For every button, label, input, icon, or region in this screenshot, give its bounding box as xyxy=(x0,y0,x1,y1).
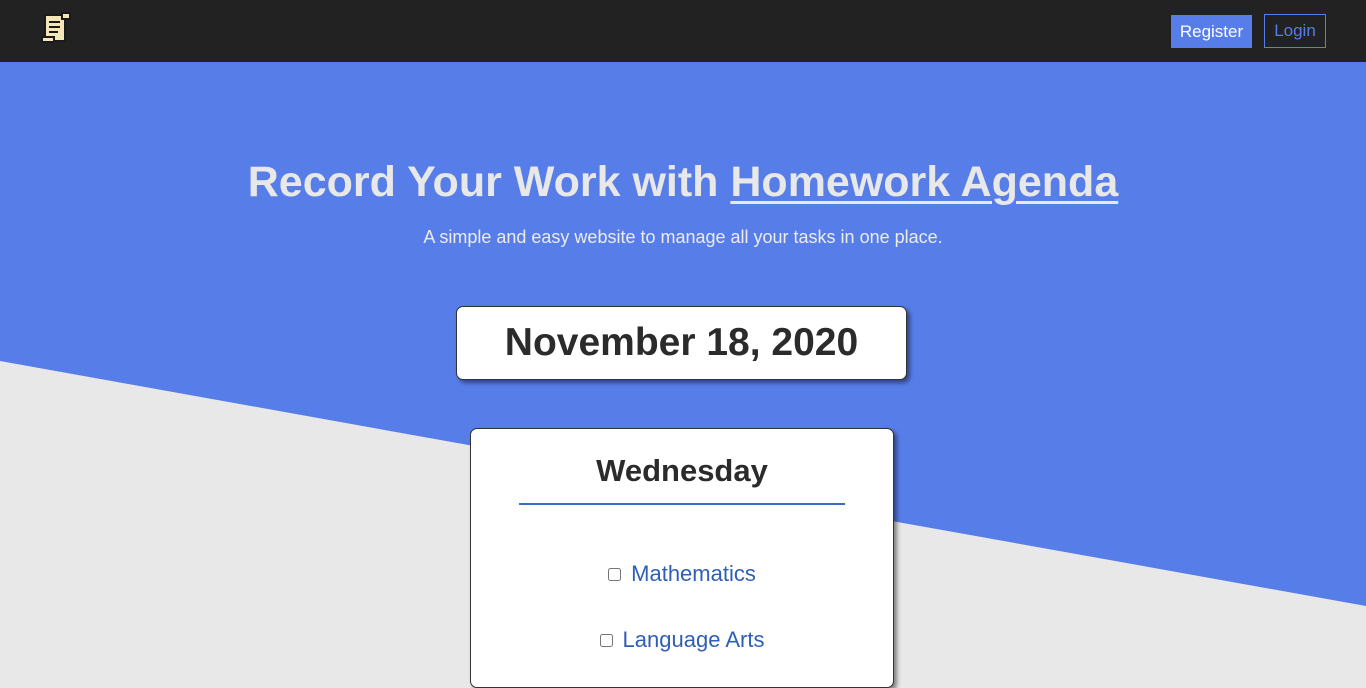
login-button[interactable]: Login xyxy=(1264,14,1326,48)
task-item-mathematics: Mathematics xyxy=(471,561,893,587)
hero-subtitle: A simple and easy website to manage all … xyxy=(423,227,943,247)
day-title: Wednesday xyxy=(596,453,768,488)
navbar: Register Login xyxy=(0,0,1366,62)
logo-scroll-icon[interactable] xyxy=(40,11,74,45)
task-checkbox-mathematics[interactable] xyxy=(608,567,622,581)
date-card: November 18, 2020 xyxy=(456,306,907,380)
task-label-language-arts[interactable]: Language Arts xyxy=(623,627,765,653)
hero-title: Record Your Work with Homework Agenda xyxy=(0,158,1366,207)
task-item-language-arts: Language Arts xyxy=(471,627,893,653)
task-label-mathematics[interactable]: Mathematics xyxy=(631,561,756,587)
current-date: November 18, 2020 xyxy=(504,321,859,364)
homework-agenda-link[interactable]: Homework Agenda xyxy=(730,158,1118,206)
task-checkbox-language-arts[interactable] xyxy=(599,633,613,647)
day-card: Wednesday Mathematics Language Arts xyxy=(470,428,894,688)
day-divider xyxy=(519,503,845,505)
hero-title-prefix: Record Your Work with xyxy=(247,158,731,206)
register-button[interactable]: Register xyxy=(1171,15,1252,48)
